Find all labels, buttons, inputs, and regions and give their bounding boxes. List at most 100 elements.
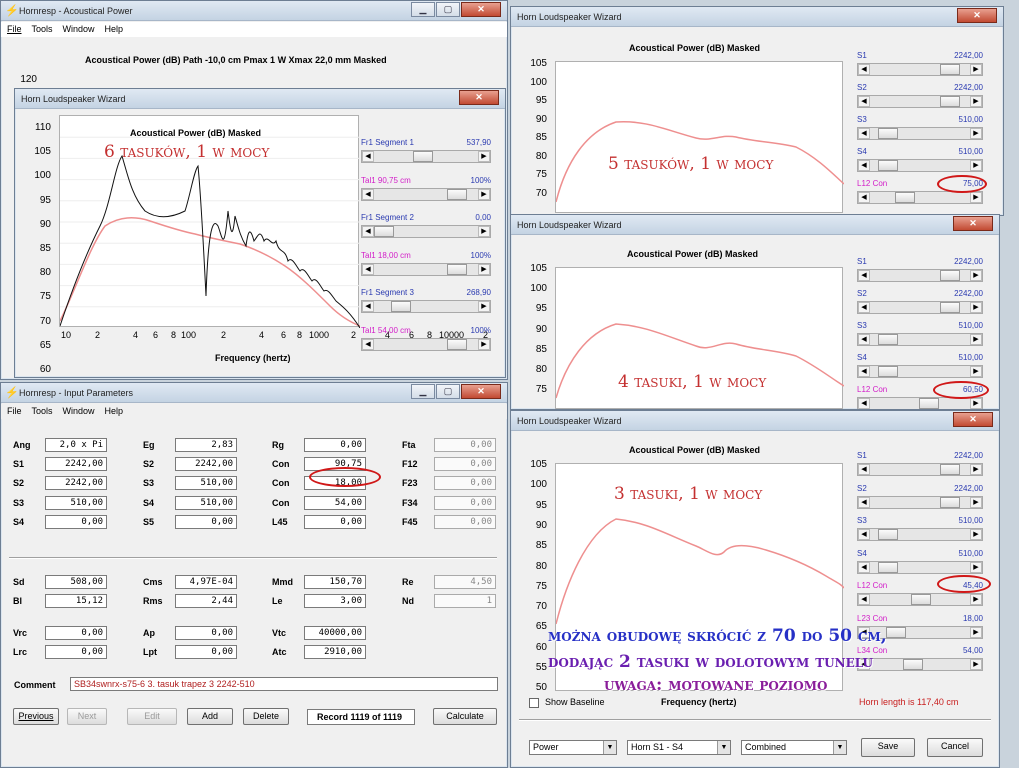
- arrow-right-icon[interactable]: ▶: [970, 561, 982, 573]
- scrollbar-thumb[interactable]: [412, 151, 433, 162]
- arrow-left-icon[interactable]: ◀: [858, 64, 870, 75]
- param-field[interactable]: 0,00: [434, 457, 496, 472]
- scrollbar-thumb[interactable]: [886, 626, 907, 638]
- menu-tools[interactable]: Tools: [32, 22, 53, 37]
- close-button[interactable]: ✕: [957, 8, 997, 23]
- param-field[interactable]: 510,00: [175, 495, 237, 510]
- param-scrollbar[interactable]: ◀ ▶: [857, 495, 983, 509]
- add-button[interactable]: Add: [187, 708, 233, 725]
- arrow-right-icon[interactable]: ▶: [970, 626, 982, 638]
- arrow-right-icon[interactable]: ▶: [970, 398, 982, 409]
- menu-file[interactable]: File: [7, 22, 22, 37]
- param-field[interactable]: 1: [434, 594, 496, 608]
- scrollbar-thumb[interactable]: [878, 561, 899, 573]
- arrow-left-icon[interactable]: ◀: [858, 192, 870, 203]
- arrow-right-icon[interactable]: ▶: [478, 151, 490, 162]
- param-scrollbar[interactable]: ◀ ▶: [857, 301, 983, 314]
- param-scrollbar[interactable]: ◀ ▶: [857, 463, 983, 476]
- arrow-left-icon[interactable]: ◀: [858, 529, 870, 540]
- param-field[interactable]: 510,00: [45, 495, 107, 510]
- close-button[interactable]: ✕: [953, 216, 993, 231]
- param-field[interactable]: 2,44: [175, 594, 237, 608]
- arrow-right-icon[interactable]: ▶: [970, 302, 982, 313]
- scrollbar-thumb[interactable]: [939, 302, 960, 313]
- scrollbar-thumb[interactable]: [447, 338, 468, 350]
- param-field[interactable]: 0,00: [45, 645, 107, 659]
- close-button[interactable]: ✕: [461, 2, 501, 17]
- param-field[interactable]: 150,70: [304, 575, 366, 589]
- arrow-right-icon[interactable]: ▶: [478, 338, 490, 350]
- arrow-left-icon[interactable]: ◀: [858, 366, 870, 377]
- arrow-right-icon[interactable]: ▶: [970, 192, 982, 203]
- scrollbar-thumb[interactable]: [902, 659, 923, 670]
- arrow-left-icon[interactable]: ◀: [362, 188, 374, 200]
- arrow-right-icon[interactable]: ▶: [478, 263, 490, 275]
- param-field[interactable]: 0,00: [434, 438, 496, 452]
- param-field[interactable]: 0,00: [434, 476, 496, 491]
- param-field[interactable]: 508,00: [45, 575, 107, 589]
- param-field[interactable]: 0,00: [175, 514, 237, 529]
- param-scrollbar[interactable]: ◀ ▶: [857, 560, 983, 574]
- maximize-button[interactable]: ▢: [436, 384, 460, 399]
- calculate-button[interactable]: Calculate: [433, 708, 497, 725]
- arrow-left-icon[interactable]: ◀: [858, 464, 870, 475]
- maximize-button[interactable]: ▢: [436, 2, 460, 17]
- scrollbar-thumb[interactable]: [939, 270, 960, 281]
- scrollbar-thumb[interactable]: [939, 96, 960, 107]
- param-field[interactable]: 40000,00: [304, 626, 366, 640]
- param-field[interactable]: 4,97E-04: [175, 575, 237, 589]
- arrow-right-icon[interactable]: ▶: [970, 366, 982, 377]
- param-scrollbar[interactable]: ◀ ▶: [361, 150, 491, 163]
- arrow-left-icon[interactable]: ◀: [858, 270, 870, 281]
- scrollbar-thumb[interactable]: [447, 188, 468, 200]
- param-scrollbar[interactable]: ◀ ▶: [857, 593, 983, 606]
- menu-help[interactable]: Help: [105, 404, 124, 419]
- arrow-left-icon[interactable]: ◀: [858, 561, 870, 573]
- arrow-right-icon[interactable]: ▶: [970, 659, 982, 670]
- close-button[interactable]: ✕: [953, 412, 993, 427]
- param-field[interactable]: 2242,00: [45, 476, 107, 491]
- arrow-left-icon[interactable]: ◀: [858, 334, 870, 345]
- scrollbar-thumb[interactable]: [878, 128, 899, 139]
- arrow-left-icon[interactable]: ◀: [362, 263, 374, 275]
- param-field[interactable]: 3,00: [304, 594, 366, 608]
- param-scrollbar[interactable]: ◀ ▶: [857, 333, 983, 346]
- scrollbar-thumb[interactable]: [878, 366, 899, 377]
- scrollbar-thumb[interactable]: [911, 594, 931, 605]
- arrow-left-icon[interactable]: ◀: [858, 594, 870, 605]
- arrow-right-icon[interactable]: ▶: [478, 226, 490, 237]
- arrow-right-icon[interactable]: ▶: [970, 96, 982, 107]
- arrow-right-icon[interactable]: ▶: [970, 334, 982, 345]
- param-scrollbar[interactable]: ◀ ▶: [857, 365, 983, 378]
- scrollbar-thumb[interactable]: [894, 192, 915, 203]
- param-scrollbar[interactable]: ◀ ▶: [361, 187, 491, 201]
- scrollbar-thumb[interactable]: [939, 496, 960, 508]
- param-scrollbar[interactable]: ◀ ▶: [857, 63, 983, 76]
- horn-select[interactable]: Horn S1 - S4 ▼: [627, 740, 731, 755]
- arrow-right-icon[interactable]: ▶: [970, 64, 982, 75]
- arrow-left-icon[interactable]: ◀: [858, 496, 870, 508]
- scrollbar-thumb[interactable]: [447, 263, 468, 275]
- param-scrollbar[interactable]: ◀ ▶: [857, 127, 983, 140]
- param-scrollbar[interactable]: ◀ ▶: [857, 528, 983, 541]
- param-field[interactable]: 0,00: [45, 514, 107, 529]
- arrow-right-icon[interactable]: ▶: [970, 128, 982, 139]
- arrow-left-icon[interactable]: ◀: [858, 398, 870, 409]
- param-field[interactable]: 0,00: [434, 514, 496, 529]
- minimize-button[interactable]: ▁: [411, 384, 435, 399]
- param-scrollbar[interactable]: ◀ ▶: [857, 95, 983, 108]
- param-scrollbar[interactable]: ◀ ▶: [857, 159, 983, 172]
- minimize-button[interactable]: ▁: [411, 2, 435, 17]
- param-field[interactable]: 2242,00: [175, 457, 237, 472]
- next-button[interactable]: Next: [67, 708, 107, 725]
- arrow-left-icon[interactable]: ◀: [362, 338, 374, 350]
- scrollbar-thumb[interactable]: [374, 226, 394, 237]
- param-field[interactable]: 2,83: [175, 438, 237, 452]
- show-baseline-checkbox[interactable]: [529, 698, 539, 708]
- arrow-left-icon[interactable]: ◀: [858, 160, 870, 171]
- arrow-right-icon[interactable]: ▶: [970, 529, 982, 540]
- delete-button[interactable]: Delete: [243, 708, 289, 725]
- scrollbar-thumb[interactable]: [939, 464, 960, 475]
- scrollbar-thumb[interactable]: [939, 64, 960, 75]
- arrow-left-icon[interactable]: ◀: [362, 151, 374, 162]
